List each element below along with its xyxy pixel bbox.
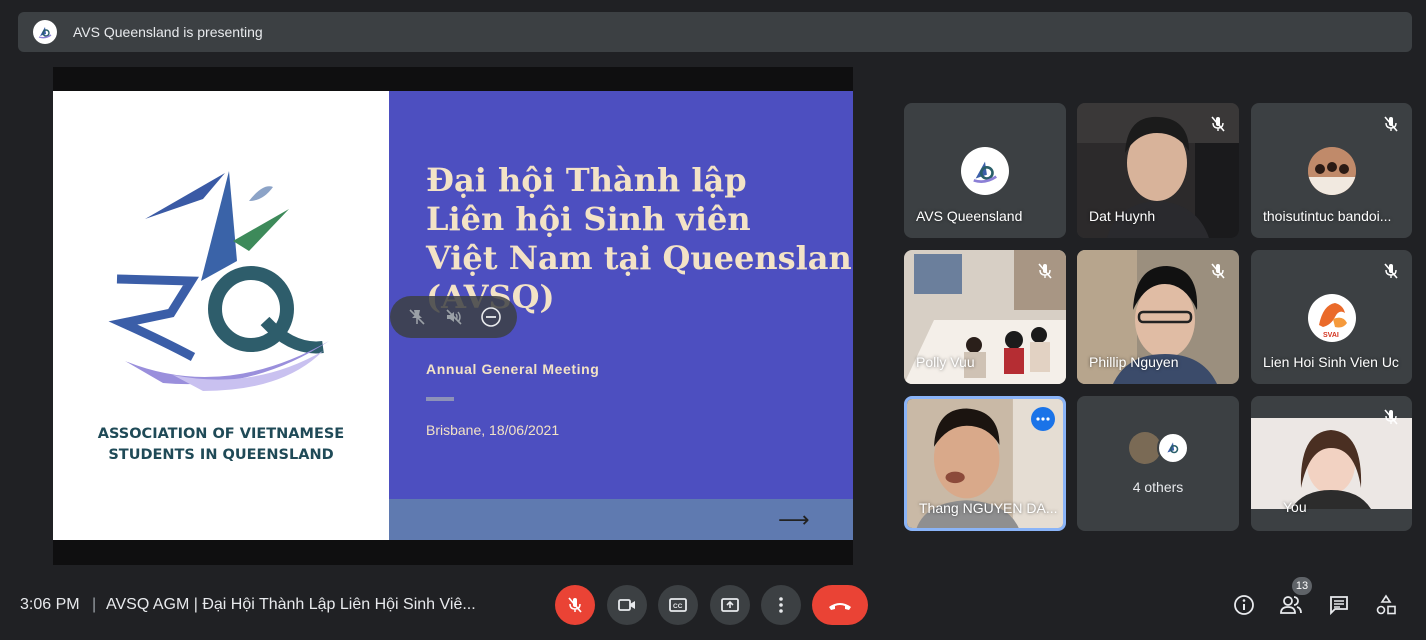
association-line: ASSOCIATION OF VIETNAMESE xyxy=(97,426,345,442)
leave-call-button[interactable] xyxy=(812,585,868,625)
slide-arrow: ⟶ xyxy=(778,507,810,532)
title-separator: | xyxy=(92,596,97,613)
mic-off-icon xyxy=(1038,263,1052,279)
participant-name: You xyxy=(1283,499,1307,515)
mic-off-icon xyxy=(1211,263,1225,279)
mic-off-icon xyxy=(568,597,582,613)
participant-name: Thang NGUYEN DA... xyxy=(919,500,1058,516)
participant-tile[interactable]: Dat Huynh xyxy=(1077,103,1239,238)
unpin-icon[interactable] xyxy=(404,304,430,330)
meeting-title: AVSQ AGM | Đại Hội Thành Lập Liên Hội Si… xyxy=(106,596,476,613)
slide-date: Brisbane, 18/06/2021 xyxy=(426,422,560,438)
present-button[interactable] xyxy=(710,585,750,625)
participant-count-badge: 13 xyxy=(1292,577,1312,595)
control-bar: 3:06 PM | AVSQ AGM | Đại Hội Thành Lập L… xyxy=(0,570,1426,640)
association-line: STUDENTS IN QUEENSLAND xyxy=(108,447,334,463)
participant-tile-self[interactable]: You xyxy=(1251,396,1412,531)
camera-toggle-button[interactable] xyxy=(607,585,647,625)
slide-title-line: Việt Nam tại Queensland xyxy=(426,239,853,277)
avsq-slide-logo xyxy=(108,171,329,391)
activities-icon xyxy=(1376,594,1396,615)
mic-off-icon xyxy=(1384,409,1398,425)
mic-off-icon xyxy=(1384,116,1398,132)
participant-name: Phillip Nguyen xyxy=(1089,354,1179,370)
meeting-details-button[interactable] xyxy=(1232,593,1256,617)
participant-avatar: SVAI xyxy=(1307,294,1356,342)
presenting-banner: AVS Queensland is presenting xyxy=(18,12,1412,52)
people-button[interactable] xyxy=(1279,593,1303,617)
more-vert-icon xyxy=(779,597,783,613)
others-count: 4 others xyxy=(1132,479,1184,495)
lien-hoi-logo-text: SVAI xyxy=(1323,332,1339,339)
remove-icon[interactable] xyxy=(478,304,504,330)
slide-left-panel: ASSOCIATION OF VIETNAMESE STUDENTS IN QU… xyxy=(53,91,389,540)
participant-tile[interactable]: SVAI Lien Hoi Sinh Vien Uc xyxy=(1251,250,1412,384)
present-icon xyxy=(721,598,739,612)
participant-tile-active[interactable]: Thang NGUYEN DA... xyxy=(904,396,1066,531)
svg-text:CC: CC xyxy=(673,603,683,610)
participant-avatar xyxy=(1307,147,1356,195)
participant-tile[interactable]: Phillip Nguyen xyxy=(1077,250,1239,384)
info-icon xyxy=(1234,595,1254,615)
activities-button[interactable] xyxy=(1374,593,1398,617)
mic-toggle-button[interactable] xyxy=(555,585,595,625)
slide-divider xyxy=(426,397,454,401)
association-name: ASSOCIATION OF VIETNAMESE STUDENTS IN QU… xyxy=(53,424,389,466)
meeting-clock: 3:06 PM xyxy=(20,596,80,613)
captions-button[interactable]: CC xyxy=(658,585,698,625)
participant-tile[interactable]: AVS Queensland xyxy=(904,103,1066,238)
participant-name: Dat Huynh xyxy=(1089,208,1156,224)
participant-name: AVS Queensland xyxy=(916,208,1023,224)
participant-tile[interactable]: Polly Vuu xyxy=(904,250,1066,384)
others-tile[interactable]: 4 others xyxy=(1077,396,1239,531)
stage-hover-controls xyxy=(390,296,517,338)
chat-icon xyxy=(1330,596,1348,616)
participant-name: Lien Hoi Sinh Vien Uc xyxy=(1263,354,1399,370)
participant-avatar xyxy=(961,147,1009,195)
slide-title-line: Đại hội Thành lập xyxy=(426,161,747,199)
others-avatar xyxy=(1157,432,1189,464)
hangup-icon xyxy=(829,603,851,610)
mic-off-icon xyxy=(1211,116,1225,132)
participant-name: Polly Vuu xyxy=(916,354,975,370)
participant-tile[interactable]: thoisutintuc bandoi... xyxy=(1251,103,1412,238)
avsq-logo-icon xyxy=(33,20,57,44)
mic-off-icon xyxy=(1384,263,1398,279)
banner-text: AVS Queensland is presenting xyxy=(73,24,263,40)
slide-title-line: Liên hội Sinh viên xyxy=(426,200,751,238)
participant-name: thoisutintuc bandoi... xyxy=(1263,208,1392,224)
slide-title: Đại hội Thành lập Liên hội Sinh viên Việ… xyxy=(426,161,853,317)
more-options-icon[interactable] xyxy=(1031,407,1055,431)
more-options-button[interactable] xyxy=(761,585,801,625)
slide-subtitle: Annual General Meeting xyxy=(426,361,600,377)
camera-icon xyxy=(618,599,635,611)
mute-audio-icon[interactable] xyxy=(441,304,467,330)
captions-icon: CC xyxy=(669,598,687,612)
people-icon xyxy=(1280,596,1302,614)
chat-button[interactable] xyxy=(1327,593,1351,617)
participant-video xyxy=(1251,418,1412,509)
